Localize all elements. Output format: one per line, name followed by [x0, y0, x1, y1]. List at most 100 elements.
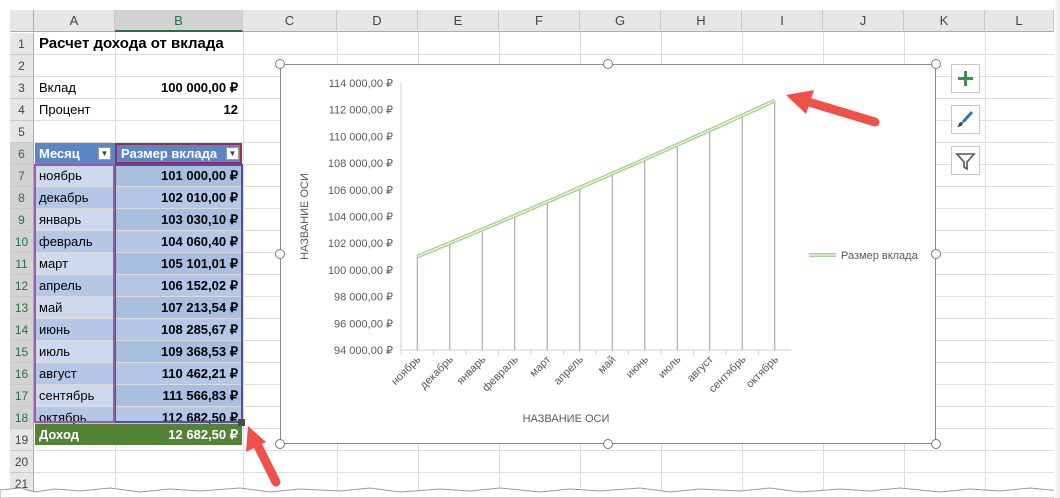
- y-tick-label: 96 000,00 ₽: [334, 318, 393, 330]
- column-header-l[interactable]: L: [985, 10, 1054, 32]
- chart-resize-handle[interactable]: [275, 59, 285, 69]
- table-cell-value[interactable]: 108 285,67 ₽: [115, 319, 242, 340]
- table-cell-value[interactable]: 109 368,53 ₽: [115, 341, 242, 362]
- table-cell-month[interactable]: сентябрь: [35, 385, 115, 406]
- x-tick-label: октябрь: [744, 353, 781, 390]
- table-cell-value[interactable]: 111 566,83 ₽: [115, 385, 242, 406]
- row-header-17[interactable]: 17: [10, 385, 34, 407]
- y-tick-label: 108 000,00 ₽: [328, 158, 393, 170]
- row-header-3[interactable]: 3: [10, 77, 34, 99]
- chart-filters-button[interactable]: [951, 146, 980, 175]
- header-size[interactable]: Размер вклада: [115, 143, 242, 164]
- grid-line-horizontal: [34, 450, 1054, 451]
- x-tick-label: апрель: [552, 353, 586, 387]
- column-header-g[interactable]: G: [580, 10, 661, 32]
- row-header-16[interactable]: 16: [10, 363, 34, 385]
- total-label[interactable]: Доход: [35, 424, 115, 445]
- table-cell-month[interactable]: июнь: [35, 319, 115, 340]
- row-header-10[interactable]: 10: [10, 231, 34, 253]
- row-header-20[interactable]: 20: [10, 451, 34, 473]
- right-shadow: [1054, 0, 1060, 498]
- row-header-9[interactable]: 9: [10, 209, 34, 231]
- column-header-f[interactable]: F: [499, 10, 580, 32]
- column-header-k[interactable]: K: [904, 10, 985, 32]
- percent-value[interactable]: 12: [115, 99, 242, 120]
- row-header-5[interactable]: 5: [10, 121, 34, 143]
- column-header-j[interactable]: J: [823, 10, 904, 32]
- chart-styles-button[interactable]: [951, 105, 980, 134]
- row-header-12[interactable]: 12: [10, 275, 34, 297]
- table-cell-value[interactable]: 102 010,00 ₽: [115, 187, 242, 208]
- y-tick-label: 100 000,00 ₽: [328, 265, 393, 277]
- x-tick-label: март: [527, 354, 553, 380]
- deposit-value[interactable]: 100 000,00 ₽: [115, 77, 242, 98]
- column-header-d[interactable]: D: [337, 10, 418, 32]
- chart-resize-handle[interactable]: [931, 249, 941, 259]
- row-header-4[interactable]: 4: [10, 99, 34, 121]
- y-tick-label: 110 000,00 ₽: [329, 131, 393, 143]
- total-value[interactable]: 12 682,50 ₽: [115, 424, 242, 445]
- row-header-11[interactable]: 11: [10, 253, 34, 275]
- deposit-label[interactable]: Вклад: [35, 77, 115, 98]
- table-cell-value[interactable]: 106 152,02 ₽: [115, 275, 242, 296]
- table-cell-value[interactable]: 104 060,40 ₽: [115, 231, 242, 252]
- column-header-i[interactable]: I: [742, 10, 823, 32]
- row-header-2[interactable]: 2: [10, 55, 34, 77]
- chart-resize-handle[interactable]: [931, 59, 941, 69]
- table-cell-month[interactable]: январь: [35, 209, 115, 230]
- row-header-7[interactable]: 7: [10, 165, 34, 187]
- header-month-label: Месяц: [39, 146, 80, 161]
- column-header-h[interactable]: H: [661, 10, 742, 32]
- column-header-b[interactable]: B: [115, 10, 243, 32]
- table-cell-value[interactable]: 107 213,54 ₽: [115, 297, 242, 318]
- series-line-outer: [416, 98, 776, 259]
- table-cell-month[interactable]: июль: [35, 341, 115, 362]
- filter-dropdown-size[interactable]: ▼: [226, 147, 239, 160]
- torn-edge: [0, 487, 1060, 498]
- table-cell-month[interactable]: ноябрь: [35, 165, 115, 186]
- table-cell-month[interactable]: май: [35, 297, 115, 318]
- chart-elements-button[interactable]: [951, 64, 980, 93]
- row-header-19[interactable]: 19: [10, 429, 34, 451]
- table-cell-month[interactable]: февраль: [35, 231, 115, 252]
- funnel-icon: [955, 153, 976, 171]
- table-cell-month[interactable]: март: [35, 253, 115, 274]
- row-header-8[interactable]: 8: [10, 187, 34, 209]
- row-header-18[interactable]: 18: [10, 407, 34, 429]
- red-arrow-total: [246, 426, 281, 487]
- chart-resize-handle[interactable]: [603, 59, 613, 69]
- y-tick-label: 102 000,00 ₽: [328, 238, 393, 250]
- table-cell-value[interactable]: 110 462,21 ₽: [115, 363, 242, 384]
- y-tick-label: 106 000,00 ₽: [328, 185, 393, 197]
- grid-line-vertical: [985, 32, 986, 492]
- chart-resize-handle[interactable]: [603, 439, 613, 449]
- x-tick-label: август: [685, 354, 716, 385]
- column-header-e[interactable]: E: [418, 10, 499, 32]
- row-header-6[interactable]: 6: [10, 143, 34, 165]
- y-tick-label: 94 000,00 ₽: [334, 345, 393, 357]
- row-header-15[interactable]: 15: [10, 341, 34, 363]
- table-cell-value[interactable]: 105 101,01 ₽: [115, 253, 242, 274]
- row-header-13[interactable]: 13: [10, 297, 34, 319]
- table-cell-month[interactable]: апрель: [35, 275, 115, 296]
- page-title[interactable]: Расчет дохода от вклада: [35, 33, 280, 54]
- table-cell-month[interactable]: август: [35, 363, 115, 384]
- row-header-14[interactable]: 14: [10, 319, 34, 341]
- select-all-corner[interactable]: [10, 10, 34, 32]
- column-header-a[interactable]: A: [34, 10, 115, 32]
- x-tick-label: июль: [656, 353, 683, 380]
- filter-dropdown-month[interactable]: ▼: [98, 147, 111, 160]
- grid-line-horizontal: [34, 54, 1054, 55]
- chart-resize-handle[interactable]: [931, 439, 941, 449]
- chart-resize-handle[interactable]: [275, 249, 285, 259]
- table-cell-value[interactable]: 101 000,00 ₽: [115, 165, 242, 186]
- table-cell-month[interactable]: декабрь: [35, 187, 115, 208]
- percent-label[interactable]: Процент: [35, 99, 115, 120]
- y-axis-title: НАЗВАНИЕ ОСИ: [299, 173, 311, 260]
- y-tick-label: 114 000,00 ₽: [329, 78, 393, 90]
- brush-icon: [957, 110, 974, 127]
- row-header-1[interactable]: 1: [10, 33, 34, 55]
- table-cell-value[interactable]: 103 030,10 ₽: [115, 209, 242, 230]
- column-header-c[interactable]: C: [243, 10, 337, 32]
- x-tick-label: май: [596, 354, 619, 377]
